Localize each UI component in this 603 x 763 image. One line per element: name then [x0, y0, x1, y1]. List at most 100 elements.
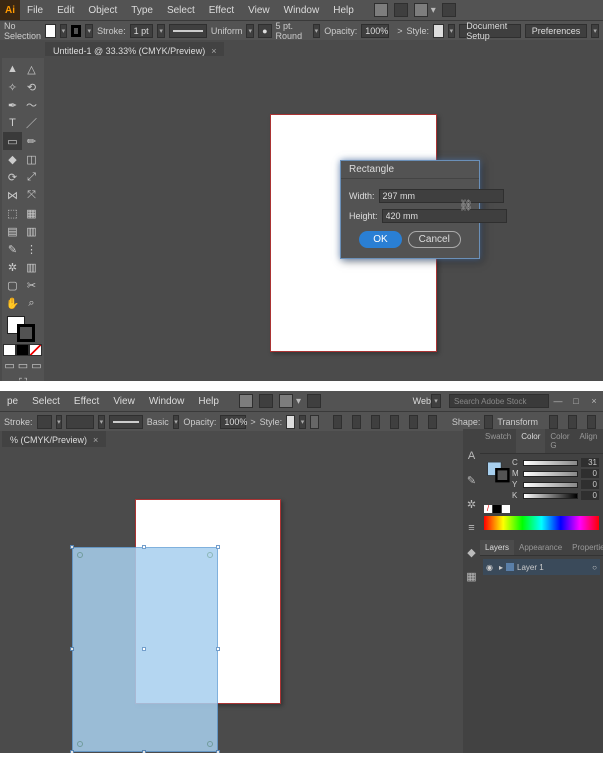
tool-line[interactable]: ／ [22, 114, 41, 132]
align-top-icon[interactable] [390, 415, 399, 429]
edit-icon[interactable] [568, 415, 577, 429]
isolate-icon[interactable] [549, 415, 558, 429]
fill-swatch[interactable] [45, 24, 56, 38]
dock-type-icon[interactable]: A [465, 449, 479, 463]
menu-type[interactable]: Type [124, 5, 160, 16]
align-dropdown[interactable]: ▾ [591, 24, 599, 38]
align-hcenter-icon[interactable] [352, 415, 361, 429]
tool-lasso[interactable]: ⟲ [22, 78, 41, 96]
bridge-icon-2[interactable] [239, 394, 253, 408]
m-slider[interactable] [523, 471, 578, 477]
handle-n[interactable] [142, 545, 146, 549]
stock-icon-2[interactable] [259, 394, 273, 408]
tool-gradient[interactable]: ▥ [22, 222, 41, 240]
menu-window[interactable]: Window [277, 5, 327, 16]
k-value[interactable]: 0 [581, 491, 599, 500]
canvas[interactable] [45, 56, 603, 381]
var-width-dropdown[interactable]: ▾ [313, 24, 321, 38]
style-swatch[interactable] [433, 24, 444, 38]
expand-icon[interactable]: ▸ [499, 563, 503, 572]
align-vcenter-icon[interactable] [409, 415, 418, 429]
tab-properties[interactable]: Properties [567, 540, 603, 555]
tool-scale[interactable]: ⤢ [22, 168, 41, 186]
menu-file[interactable]: File [20, 5, 50, 16]
cancel-button[interactable]: Cancel [408, 231, 461, 248]
menu-type-2[interactable]: pe [0, 396, 25, 407]
tool-symbol-sprayer[interactable]: ✲ [3, 258, 22, 276]
arrange-icon[interactable] [414, 3, 428, 17]
style-dropdown[interactable]: ▾ [448, 24, 456, 38]
selected-rectangle[interactable] [72, 547, 218, 752]
tool-rectangle[interactable]: ▭ [3, 132, 22, 150]
stroke-weight-field[interactable]: 1 pt [130, 24, 154, 38]
color-mode-gradient[interactable] [16, 344, 29, 356]
transform-label[interactable]: Transform [497, 417, 538, 427]
screen-mode[interactable]: ⛶ [3, 374, 43, 381]
dock-css-icon[interactable]: ◆ [465, 545, 479, 559]
tool-eyedropper[interactable]: ✎ [3, 240, 22, 258]
handle-e[interactable] [216, 647, 220, 651]
layer-name[interactable]: Layer 1 [517, 563, 544, 572]
menu-effect-2[interactable]: Effect [67, 396, 106, 407]
tool-graph[interactable]: ▥ [22, 258, 41, 276]
color-spectrum[interactable] [484, 516, 599, 530]
stroke-weight-field-2[interactable] [37, 415, 52, 429]
menu-select[interactable]: Select [160, 5, 202, 16]
handle-ne[interactable] [216, 545, 220, 549]
tool-zoom[interactable]: ⌕ [22, 294, 41, 312]
tool-paintbrush[interactable]: ✏ [22, 132, 41, 150]
brush-field-2[interactable] [66, 415, 94, 429]
stroke-weight-dropdown-2[interactable]: ▾ [56, 415, 63, 429]
handle-center[interactable] [142, 647, 146, 651]
fill-dropdown[interactable]: ▾ [60, 24, 68, 38]
corner-widget-se[interactable] [207, 741, 213, 747]
stroke-weight-dropdown[interactable]: ▾ [157, 24, 165, 38]
brush-def-2[interactable] [109, 415, 143, 429]
corner-widget-sw[interactable] [77, 741, 83, 747]
options-icon[interactable] [587, 415, 596, 429]
dock-stroke-icon[interactable]: ≡ [465, 521, 479, 535]
close-tab-icon[interactable]: × [211, 46, 216, 56]
menu-edit[interactable]: Edit [50, 5, 81, 16]
tab-align[interactable]: Align [574, 429, 602, 453]
search-input[interactable]: Search Adobe Stock [449, 394, 549, 408]
tool-curvature[interactable]: 〜 [22, 96, 41, 114]
tool-magic-wand[interactable]: ✧ [3, 78, 22, 96]
style-swatch-2[interactable] [286, 415, 295, 429]
tool-hand[interactable]: ✋ [3, 294, 22, 312]
menu-view[interactable]: View [241, 5, 277, 16]
black-swatch[interactable] [493, 505, 501, 513]
stroke-color-icon[interactable] [17, 324, 35, 342]
k-slider[interactable] [523, 493, 578, 499]
corner-widget-nw[interactable] [77, 552, 83, 558]
align-icon[interactable] [310, 415, 319, 429]
arrange-dropdown-2[interactable]: ▾ [296, 396, 304, 407]
sync-icon[interactable] [442, 3, 456, 17]
tool-width[interactable]: ⋈ [3, 186, 22, 204]
tool-free-transform[interactable]: ⤧ [22, 186, 41, 204]
menu-effect[interactable]: Effect [202, 5, 241, 16]
brush-dropdown[interactable]: ▾ [246, 24, 254, 38]
style-dropdown-2[interactable]: ▾ [299, 415, 306, 429]
dock-symbols-icon[interactable]: ✲ [465, 497, 479, 511]
m-value[interactable]: 0 [581, 469, 599, 478]
c-value[interactable]: 31 [581, 458, 599, 467]
stroke-swatch[interactable] [71, 25, 81, 37]
maximize-icon[interactable]: □ [567, 393, 585, 409]
tool-shape-builder[interactable]: ⬚ [3, 204, 22, 222]
brush-dropdown-2[interactable]: ▾ [98, 415, 105, 429]
tab-color-guide[interactable]: Color G [545, 429, 574, 453]
y-slider[interactable] [523, 482, 578, 488]
tab-swatches[interactable]: Swatch [480, 429, 516, 453]
color-mode-none[interactable] [29, 344, 42, 356]
menu-window-2[interactable]: Window [142, 396, 192, 407]
close-icon[interactable]: × [585, 393, 603, 409]
corner-widget-ne[interactable] [207, 552, 213, 558]
tool-type[interactable]: T [3, 114, 22, 132]
menu-view-2[interactable]: View [106, 396, 142, 407]
link-dimensions-icon[interactable]: ⛓ [459, 199, 473, 212]
opacity-field[interactable]: 100% [361, 24, 389, 38]
align-left-icon[interactable] [333, 415, 342, 429]
dock-brushes-icon[interactable]: ✎ [465, 473, 479, 487]
handle-se[interactable] [216, 750, 220, 753]
